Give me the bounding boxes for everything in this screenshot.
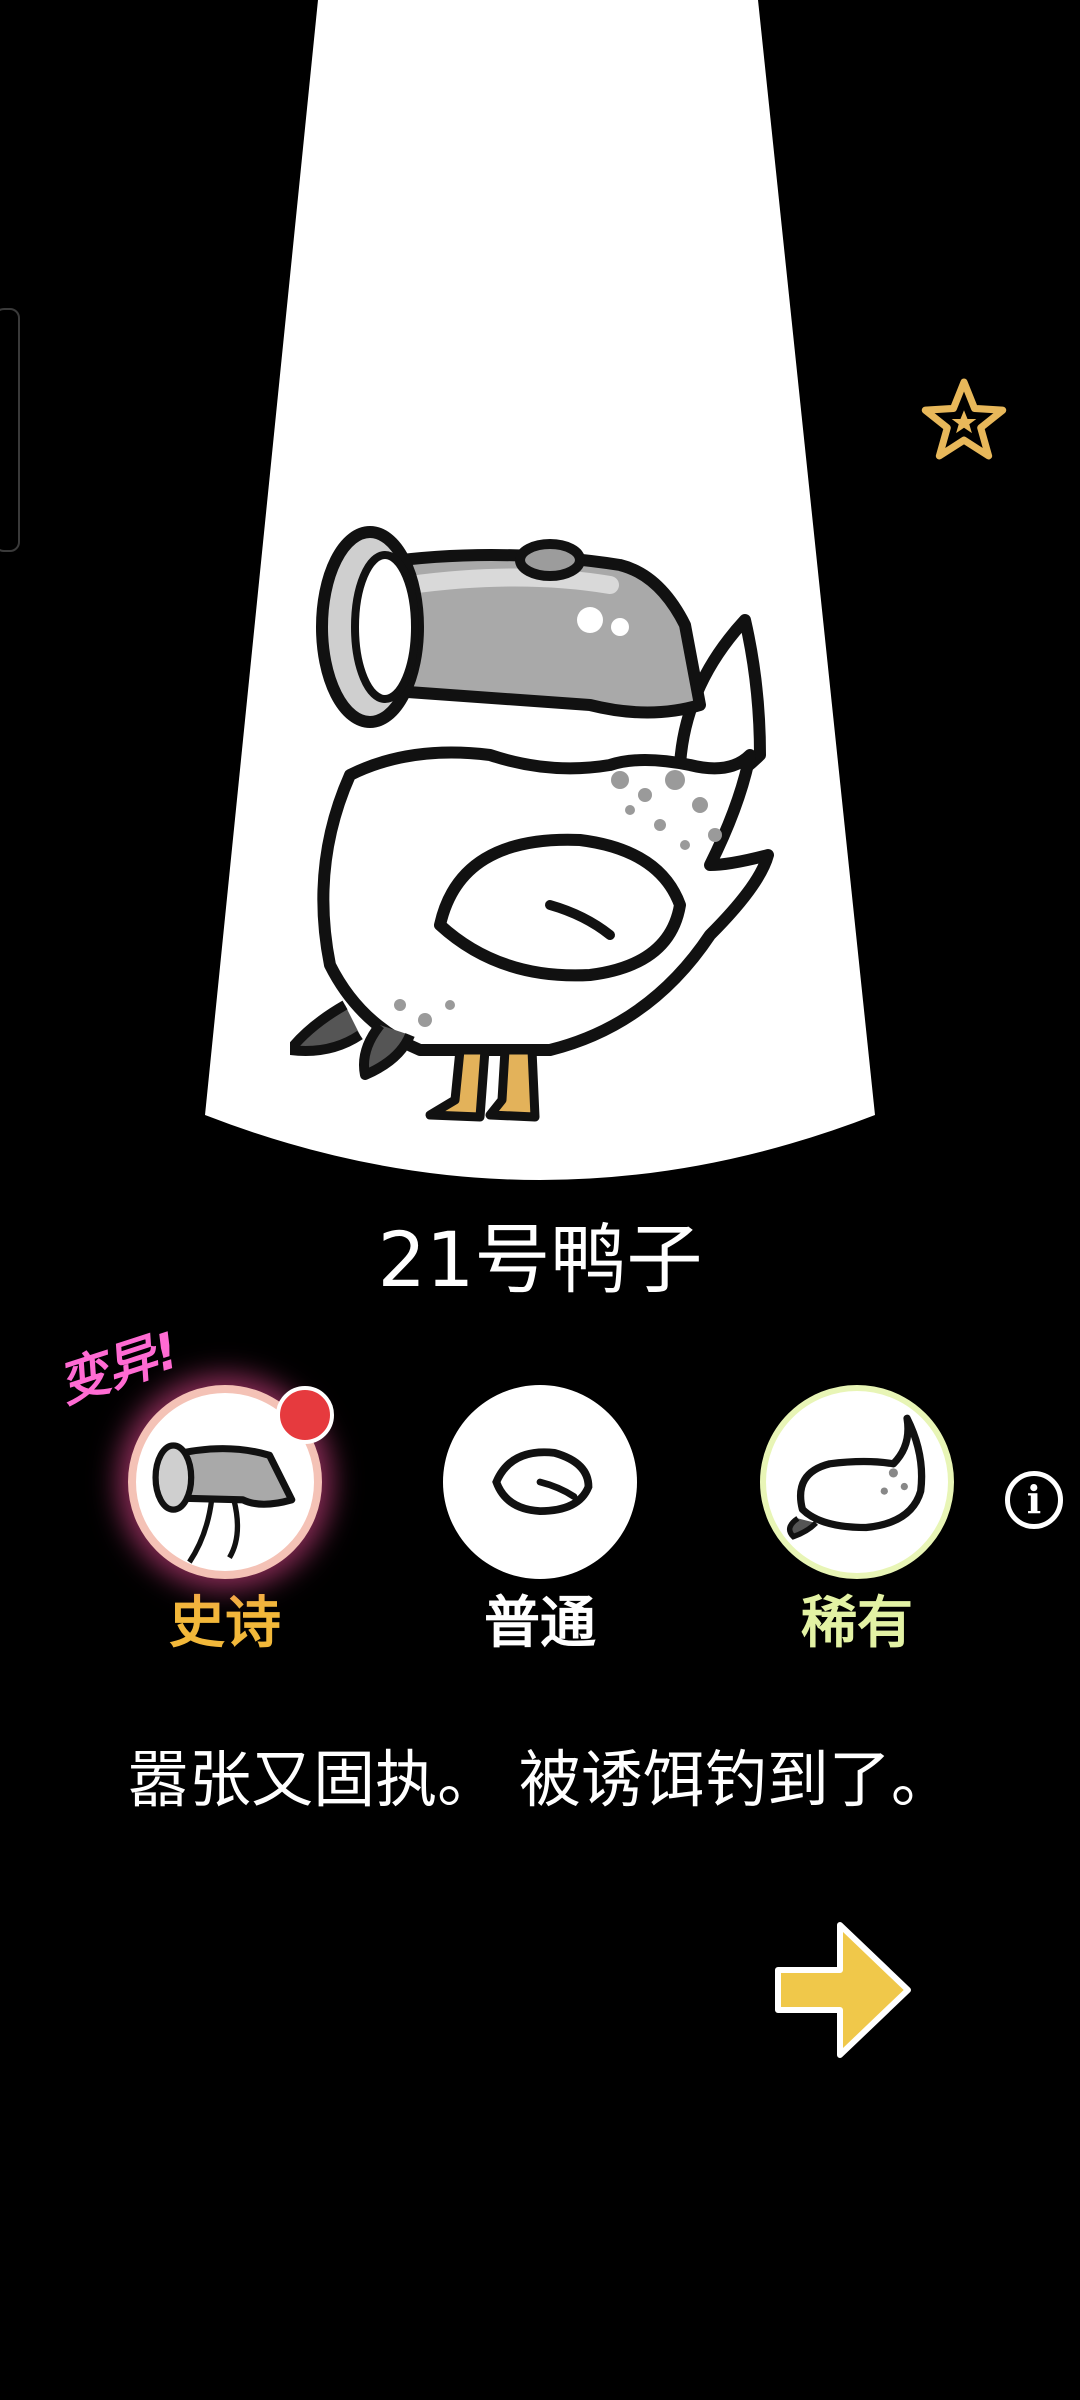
duck-description: 嚣张又固执。 被诱饵钓到了。 xyxy=(127,1743,953,1816)
variant-rare[interactable]: 稀有 xyxy=(757,1385,957,1659)
variant-normal[interactable]: 普通 xyxy=(440,1385,640,1659)
rare-duck-icon xyxy=(786,1414,926,1540)
duck-illustration xyxy=(290,526,774,1122)
normal-duck-icon xyxy=(492,1448,593,1515)
info-icon[interactable]: i xyxy=(1005,1471,1063,1529)
variant-normal-label: 普通 xyxy=(484,1591,596,1656)
next-arrow-icon[interactable] xyxy=(768,1915,918,2065)
favorite-star-icon[interactable] xyxy=(920,375,1008,463)
variant-normal-thumbnail[interactable] xyxy=(443,1385,637,1579)
notification-dot xyxy=(276,1386,334,1444)
duck-name-title: 21号鸭子 xyxy=(377,1215,703,1304)
variant-rare-label: 稀有 xyxy=(801,1591,913,1656)
screen: 21号鸭子 变异! 史诗 普通 稀有 i 嚣张又固执。 被诱饵钓到了。 xyxy=(0,0,1080,2400)
variant-rare-thumbnail[interactable] xyxy=(760,1385,954,1579)
variant-epic-label: 史诗 xyxy=(169,1591,281,1656)
